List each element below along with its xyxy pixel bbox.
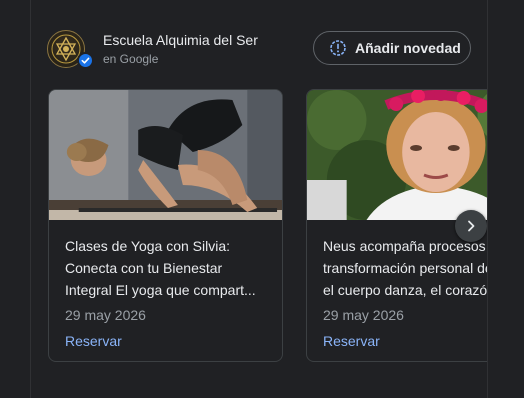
post-card[interactable]: Clases de Yoga con Silvia: Conecta con t… — [48, 89, 283, 362]
carousel-next-button[interactable] — [455, 210, 487, 242]
business-name[interactable]: Escuela Alquimia del Ser — [103, 32, 258, 48]
business-header: Escuela Alquimia del Ser en Google Añadi… — [47, 30, 477, 70]
add-update-label: Añadir novedad — [355, 40, 461, 56]
post-date: 29 may 2026 — [65, 307, 146, 323]
post-date: 29 may 2026 — [323, 307, 404, 323]
post-title: Neus acompaña procesos transformación pe… — [323, 238, 488, 298]
info-circle-icon — [330, 40, 346, 56]
chevron-right-icon — [468, 220, 475, 232]
verified-check-icon — [77, 52, 94, 69]
post-card-body: Clases de Yoga con Silvia: Conecta con t… — [65, 235, 272, 351]
portrait-photo-image — [307, 90, 487, 220]
business-updates-panel: Escuela Alquimia del Ser en Google Añadi… — [30, 0, 488, 398]
reserve-link[interactable]: Reservar — [323, 333, 380, 349]
add-update-button[interactable]: Añadir novedad — [313, 31, 471, 65]
post-title: Clases de Yoga con Silvia: Conecta con t… — [65, 238, 256, 298]
business-subtitle: en Google — [103, 52, 159, 66]
yoga-pose-image — [49, 90, 282, 220]
reserve-link[interactable]: Reservar — [65, 333, 122, 349]
post-card-body: Neus acompaña procesos transformación pe… — [323, 235, 488, 351]
